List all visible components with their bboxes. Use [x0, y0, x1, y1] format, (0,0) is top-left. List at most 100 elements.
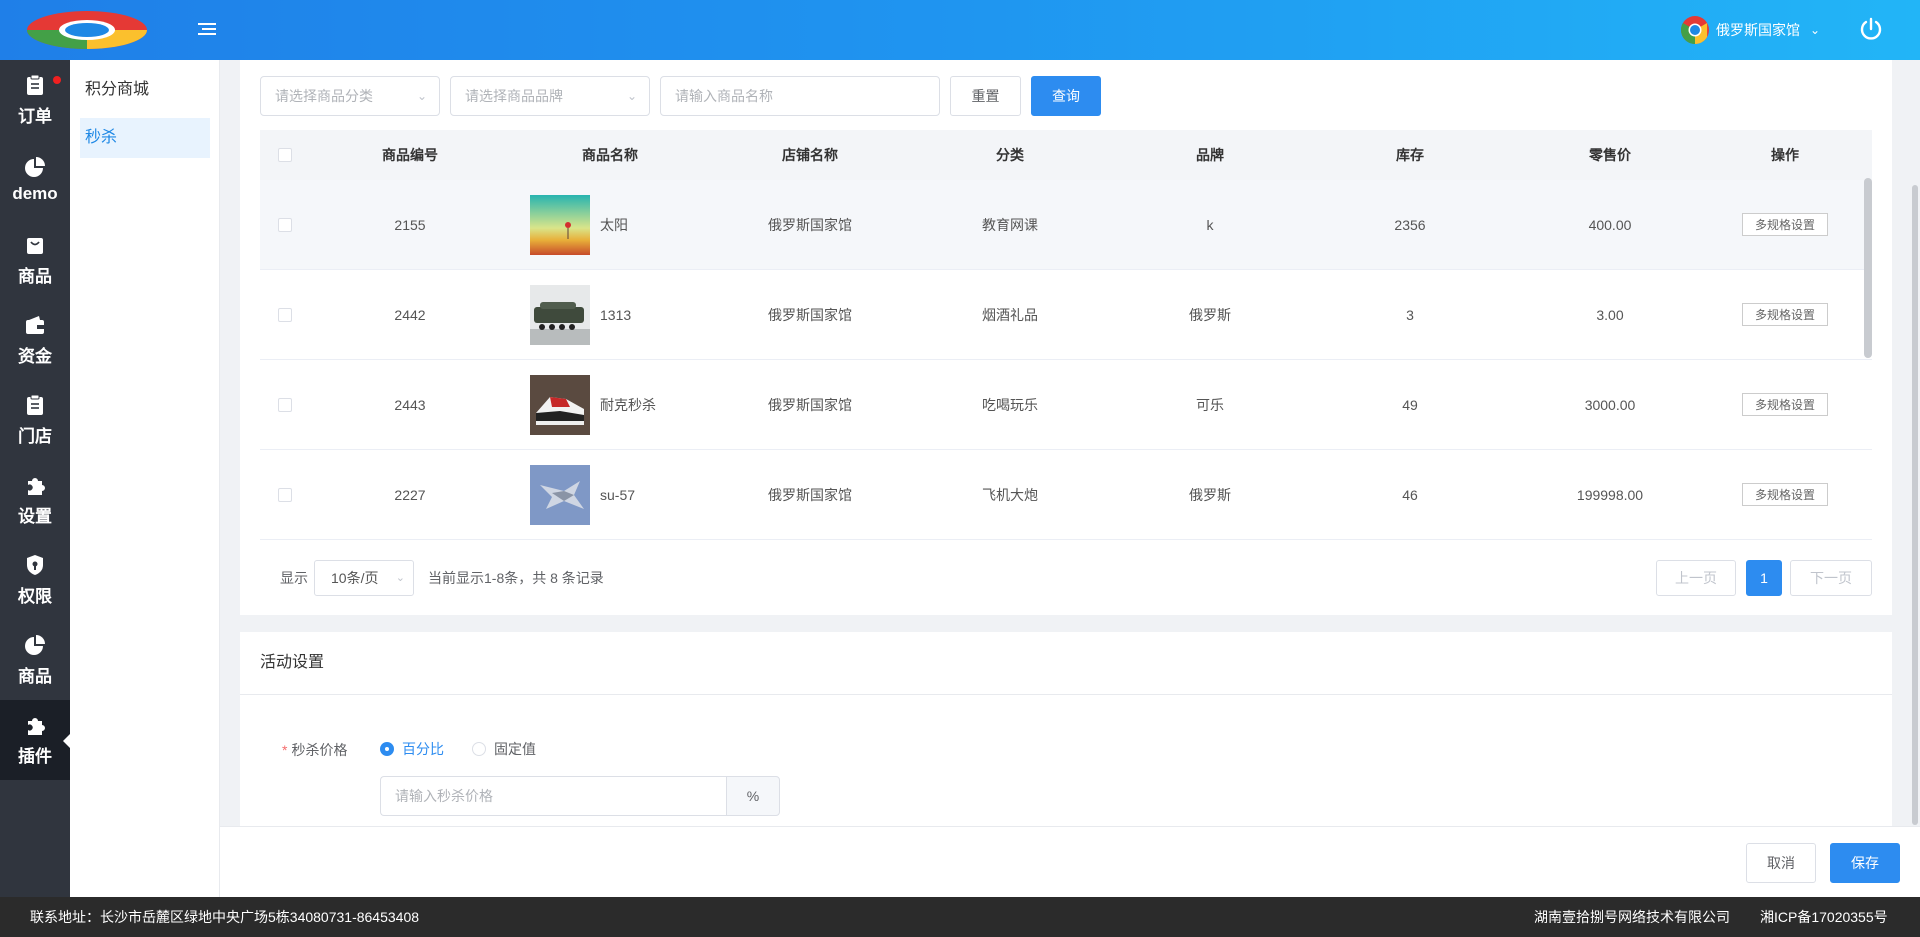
- header-price: 零售价: [1589, 147, 1631, 163]
- activity-settings-card: 活动设置 *秒杀价格 百分比 固定值 %: [240, 632, 1892, 832]
- save-button[interactable]: 保存: [1830, 843, 1900, 883]
- reset-button[interactable]: 重置: [950, 76, 1021, 116]
- table-row: 2443 耐克秒杀 俄罗斯国家馆 吃喝玩乐 可乐 49 3000.00 多规格设…: [260, 360, 1872, 450]
- flash-price-input-group: %: [380, 776, 780, 816]
- radio-fixed[interactable]: 固定值: [472, 739, 536, 759]
- category-select[interactable]: 请选择商品分类 ⌄: [260, 76, 440, 116]
- required-mark: *: [282, 742, 288, 758]
- query-button[interactable]: 查询: [1031, 76, 1101, 116]
- chevron-down-icon: ⌄: [395, 572, 405, 584]
- product-name-input[interactable]: [660, 76, 940, 116]
- radio-circle: [472, 742, 486, 756]
- page-number-button[interactable]: 1: [1746, 560, 1782, 596]
- radio-label: 百分比: [402, 741, 444, 757]
- page-scrollbar-track: [1910, 60, 1920, 826]
- cell-brand: k: [1206, 216, 1214, 233]
- category-select-placeholder: 请选择商品分类: [275, 88, 373, 104]
- select-all-checkbox[interactable]: [278, 148, 292, 162]
- cell-op: 多规格设置: [1710, 303, 1860, 326]
- cell-price: 3.00: [1596, 306, 1624, 323]
- logo: [27, 11, 147, 49]
- radio-label: 固定值: [494, 741, 536, 757]
- user-menu[interactable]: 俄罗斯国家馆 ⌄: [1680, 14, 1820, 46]
- pie-chart-icon: [25, 157, 45, 177]
- cell-stock: 46: [1402, 486, 1418, 503]
- sidebar-item-goods-2[interactable]: 商品: [0, 620, 70, 700]
- product-name: 耐克秒杀: [600, 396, 656, 413]
- cell-shop: 俄罗斯国家馆: [768, 216, 852, 233]
- cell-code: 2442: [394, 306, 426, 323]
- product-thumbnail: [530, 464, 590, 525]
- sidebar-item-plugins[interactable]: 插件: [0, 700, 70, 780]
- pie-chart-icon: [25, 634, 45, 655]
- chrome-avatar-icon: [1681, 16, 1709, 44]
- table-row: 2442 1313 俄罗斯国家馆 烟酒礼品 俄罗斯 3 3.00 多规格设置: [260, 270, 1872, 360]
- row-checkbox[interactable]: [278, 397, 292, 412]
- page-scrollbar[interactable]: [1912, 185, 1918, 825]
- multi-spec-button[interactable]: 多规格设置: [1741, 483, 1828, 506]
- header-op: 操作: [1771, 147, 1799, 163]
- cell-name: 耐克秒杀: [510, 374, 710, 435]
- sidebar-item-settings[interactable]: 设置: [0, 460, 70, 540]
- price-type-radio-group: 百分比 固定值: [380, 739, 536, 759]
- product-name: 1313: [600, 306, 632, 323]
- flash-price-label: * 秒杀价格: [282, 740, 347, 760]
- cell-stock: 2356: [1394, 216, 1426, 233]
- sidebar-item-orders[interactable]: 订单: [0, 60, 70, 140]
- sidebar-item-label: demo: [12, 184, 58, 203]
- footer-icp[interactable]: 湘ICP备17020355号: [1760, 897, 1888, 937]
- product-name: 太阳: [600, 216, 628, 233]
- cell-code: 2227: [394, 486, 426, 503]
- cell-category: 吃喝玩乐: [982, 396, 1038, 413]
- menu-toggle-icon[interactable]: [198, 20, 220, 40]
- page-size-select[interactable]: 10条/页 ⌄: [314, 560, 414, 596]
- action-bar: 取消 保存: [220, 826, 1920, 897]
- bag-icon: [27, 237, 43, 254]
- sub-sidebar: 积分商城 秒杀: [70, 60, 220, 897]
- flash-price-input[interactable]: [380, 776, 726, 816]
- next-page-button[interactable]: 下一页: [1790, 560, 1872, 596]
- radio-percent[interactable]: 百分比: [380, 739, 444, 759]
- cell-name: su-57: [510, 464, 710, 525]
- cell-category: 教育网课: [982, 216, 1038, 233]
- product-thumbnail: [530, 284, 590, 345]
- sidebar-item-goods[interactable]: 商品: [0, 220, 70, 300]
- sidebar-item-label: 资金: [18, 346, 52, 366]
- clipboard-icon: [27, 394, 43, 415]
- cell-name: 太阳: [510, 194, 710, 255]
- prev-page-button[interactable]: 上一页: [1656, 560, 1736, 596]
- row-checkbox[interactable]: [278, 307, 292, 322]
- sidebar-item-funds[interactable]: 资金: [0, 300, 70, 380]
- cancel-button[interactable]: 取消: [1746, 843, 1816, 883]
- puzzle-icon: [28, 717, 45, 735]
- cell-code: 2443: [394, 396, 426, 413]
- row-checkbox[interactable]: [278, 217, 292, 232]
- sidebar-item-label: 设置: [18, 506, 52, 526]
- row-checkbox[interactable]: [278, 487, 292, 502]
- footer-company: 湖南壹拾捌号网络技术有限公司: [1534, 909, 1730, 925]
- sidebar-item-demo[interactable]: demo: [0, 140, 70, 220]
- pagination: 显示 10条/页 ⌄ 当前显示1-8条，共 8 条记录 上一页 1 下一页: [260, 558, 1872, 598]
- table-row: 2227 su-57 俄罗斯国家馆 飞机大炮 俄罗斯 46 199998.00 …: [260, 450, 1872, 540]
- brand-select[interactable]: 请选择商品品牌 ⌄: [450, 76, 650, 116]
- product-thumbnail: [530, 374, 590, 435]
- table-scrollbar[interactable]: [1864, 178, 1872, 358]
- cell-op: 多规格设置: [1710, 483, 1860, 506]
- wallet-icon: [26, 315, 44, 334]
- percent-suffix: %: [726, 776, 780, 816]
- sidebar-item-stores[interactable]: 门店: [0, 380, 70, 460]
- multi-spec-button[interactable]: 多规格设置: [1741, 393, 1828, 416]
- cell-shop: 俄罗斯国家馆: [768, 396, 852, 413]
- subnav-item-points-mall[interactable]: 积分商城: [80, 70, 210, 110]
- product-card: 请选择商品分类 ⌄ 请选择商品品牌 ⌄ 重置 查询 商品编号 商品名称 店铺名称…: [240, 60, 1892, 615]
- header-code: 商品编号: [382, 147, 438, 163]
- table-header: 商品编号 商品名称 店铺名称 分类 品牌 库存 零售价 操作: [260, 130, 1872, 180]
- multi-spec-button[interactable]: 多规格设置: [1741, 303, 1828, 326]
- cell-shop: 俄罗斯国家馆: [768, 486, 852, 503]
- power-icon[interactable]: [1858, 16, 1884, 42]
- header-stock: 库存: [1396, 147, 1424, 163]
- header-name: 商品名称: [582, 147, 638, 163]
- sidebar-item-permissions[interactable]: 权限: [0, 540, 70, 620]
- subnav-item-flash-sale[interactable]: 秒杀: [80, 118, 210, 158]
- multi-spec-button[interactable]: 多规格设置: [1741, 213, 1828, 236]
